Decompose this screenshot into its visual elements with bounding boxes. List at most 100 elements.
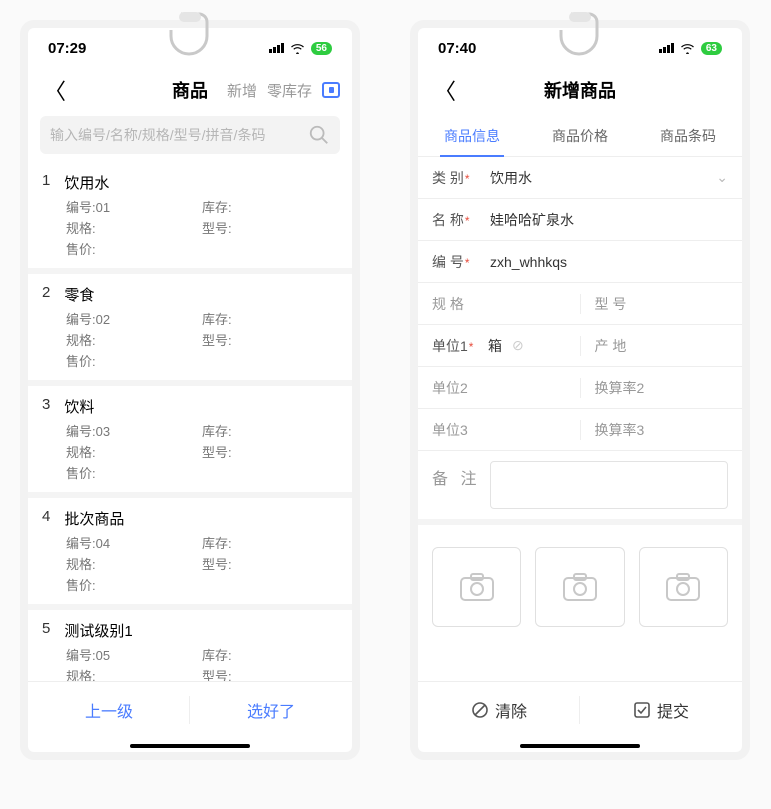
unit2-row: 单位2 换算率2 [418, 367, 742, 409]
unit1-value[interactable]: 箱 ⊘ [482, 336, 580, 356]
battery-badge: 63 [701, 42, 722, 55]
search-icon[interactable] [308, 124, 330, 146]
zero-stock-action[interactable]: 零库存 [267, 80, 312, 101]
code-value[interactable]: zxh_whhkqs [482, 254, 742, 270]
back-button[interactable]: 〈 [430, 74, 460, 106]
clear-label: 清除 [495, 698, 527, 722]
unit3-cell[interactable]: 单位3 [418, 420, 581, 440]
item-stock: 库存: [202, 645, 338, 664]
product-list[interactable]: 1饮用水编号:01库存:规格:型号:售价:2零食编号:02库存:规格:型号:售价… [28, 162, 352, 681]
clear-icon[interactable]: ⊘ [512, 337, 524, 354]
search-input[interactable] [50, 127, 308, 143]
photo-uploader [418, 519, 742, 649]
unit3-label: 单位3 [418, 420, 482, 440]
item-spec: 规格: [66, 330, 202, 349]
product-form: 类 别 饮用水 ⌄ 名 称 娃哈哈矿泉水 编 号 zxh_whhkqs 规 格 … [418, 157, 742, 681]
photo-slot-1[interactable] [432, 547, 521, 627]
submit-button[interactable]: 提交 [580, 682, 742, 738]
signal-icon [659, 43, 674, 53]
checkbox-icon [633, 701, 651, 719]
home-indicator [520, 744, 640, 748]
item-index: 1 [42, 172, 50, 193]
done-button[interactable]: 选好了 [190, 682, 352, 738]
card-view-icon[interactable] [322, 82, 340, 98]
model-cell[interactable]: 型 号 [581, 294, 743, 314]
photo-slot-3[interactable] [639, 547, 728, 627]
remark-input[interactable] [490, 461, 728, 509]
battery-badge: 56 [311, 42, 332, 55]
tab-barcode[interactable]: 商品条码 [634, 116, 742, 156]
list-item[interactable]: 4批次商品编号:04库存:规格:型号:售价: [28, 498, 352, 604]
back-button[interactable]: 〈 [40, 74, 70, 106]
item-model: 型号: [202, 554, 338, 573]
item-spec: 规格: [66, 666, 202, 681]
rate2-label: 换算率2 [581, 378, 645, 398]
code-label: 编 号 [418, 252, 482, 272]
item-name: 测试级别1 [64, 620, 132, 641]
rate2-cell[interactable]: 换算率2 [581, 378, 743, 398]
tab-bar: 商品信息 商品价格 商品条码 [418, 116, 742, 157]
rate3-label: 换算率3 [581, 420, 645, 440]
item-model: 型号: [202, 442, 338, 461]
unit3-row: 单位3 换算率3 [418, 409, 742, 451]
name-label: 名 称 [418, 210, 482, 230]
item-spec: 规格: [66, 554, 202, 573]
item-spec: 规格: [66, 442, 202, 461]
spec-cell[interactable]: 规 格 [418, 294, 581, 314]
item-name: 批次商品 [64, 508, 124, 529]
category-row[interactable]: 类 别 饮用水 ⌄ [418, 157, 742, 199]
prev-level-button[interactable]: 上一级 [28, 682, 190, 738]
origin-cell[interactable]: 产 地 [581, 336, 743, 356]
photo-slot-2[interactable] [535, 547, 624, 627]
camera-icon [459, 572, 495, 602]
item-code: 编号:01 [66, 197, 202, 216]
header: 〈 商品 新增 零库存 [28, 68, 352, 116]
page-title: 新增商品 [544, 77, 616, 103]
product-list-screen: 07:29 56 〈 商品 新增 零库存 1饮用水编号:01库存:规格:型号:售… [20, 20, 360, 760]
footer-bar: 上一级 选好了 [28, 681, 352, 738]
item-stock: 库存: [202, 533, 338, 552]
item-name: 零食 [64, 284, 94, 305]
category-label: 类 别 [418, 168, 482, 188]
unit2-cell[interactable]: 单位2 [418, 378, 581, 398]
home-indicator [130, 744, 250, 748]
item-spec: 规格: [66, 218, 202, 237]
item-index: 4 [42, 508, 50, 529]
name-row[interactable]: 名 称 娃哈哈矿泉水 [418, 199, 742, 241]
paperclip-icon [559, 10, 601, 56]
submit-label: 提交 [657, 698, 689, 722]
tab-price[interactable]: 商品价格 [526, 116, 634, 156]
list-item[interactable]: 5测试级别1编号:05库存:规格:型号:售价: [28, 610, 352, 681]
status-time: 07:29 [48, 40, 86, 57]
camera-icon [562, 572, 598, 602]
code-row[interactable]: 编 号 zxh_whhkqs [418, 241, 742, 283]
item-price: 售价: [66, 463, 202, 482]
rate3-cell[interactable]: 换算率3 [581, 420, 743, 440]
unit1-cell[interactable]: 单位1 箱 ⊘ [418, 336, 581, 356]
add-action[interactable]: 新增 [227, 80, 257, 101]
wifi-icon [680, 43, 695, 54]
remark-label: 备 注 [432, 465, 480, 509]
item-model: 型号: [202, 330, 338, 349]
item-model: 型号: [202, 218, 338, 237]
item-index: 2 [42, 284, 50, 305]
item-index: 5 [42, 620, 50, 641]
signal-icon [269, 43, 284, 53]
page-title: 商品 [172, 77, 208, 103]
spec-model-row: 规 格 型 号 [418, 283, 742, 325]
item-price: 售价: [66, 575, 202, 594]
name-value[interactable]: 娃哈哈矿泉水 [482, 210, 742, 230]
search-bar[interactable] [40, 116, 340, 154]
item-index: 3 [42, 396, 50, 417]
list-item[interactable]: 1饮用水编号:01库存:规格:型号:售价: [28, 162, 352, 268]
item-stock: 库存: [202, 197, 338, 216]
item-stock: 库存: [202, 309, 338, 328]
tab-info[interactable]: 商品信息 [418, 116, 526, 156]
list-item[interactable]: 2零食编号:02库存:规格:型号:售价: [28, 274, 352, 380]
ban-icon [471, 701, 489, 719]
item-code: 编号:02 [66, 309, 202, 328]
list-item[interactable]: 3饮料编号:03库存:规格:型号:售价: [28, 386, 352, 492]
unit1-text: 箱 [488, 336, 502, 356]
item-code: 编号:05 [66, 645, 202, 664]
clear-button[interactable]: 清除 [418, 682, 580, 738]
